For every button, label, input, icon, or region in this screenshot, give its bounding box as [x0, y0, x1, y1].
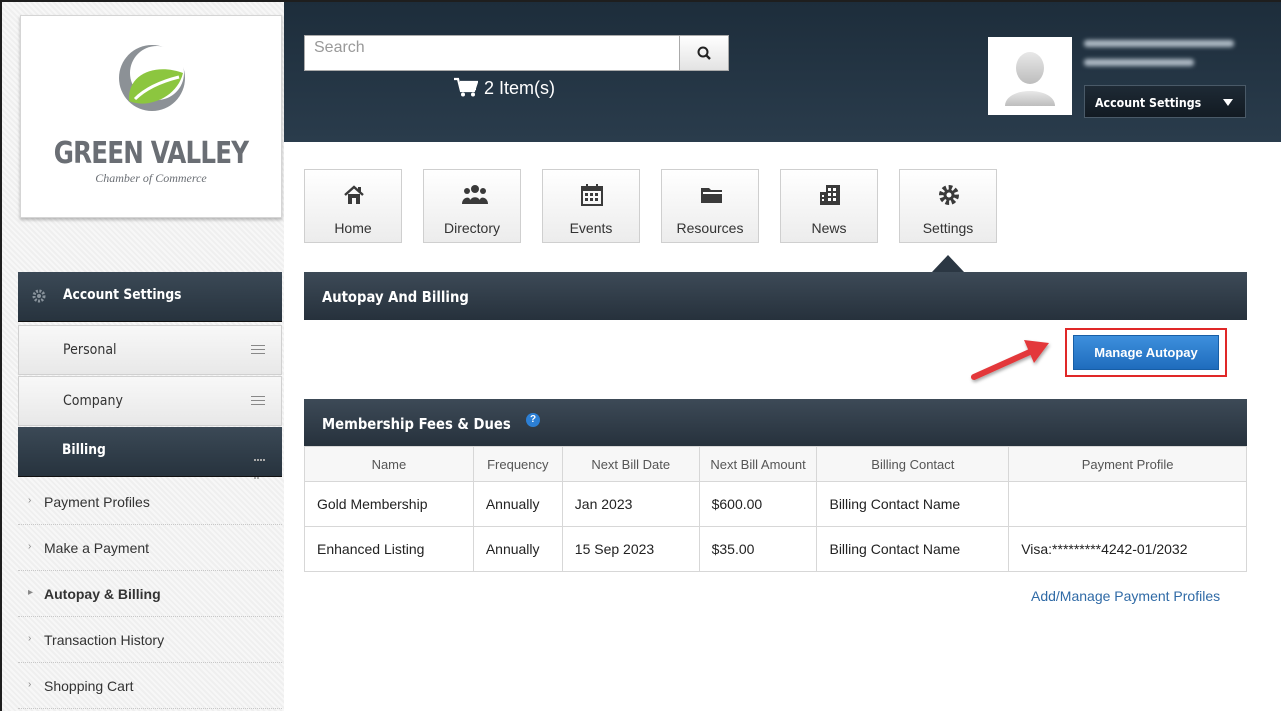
- nav-tile-label: Directory: [443, 220, 500, 236]
- search-input[interactable]: [304, 35, 680, 71]
- table-cell: $35.00: [698, 526, 818, 572]
- avatar[interactable]: [988, 37, 1072, 115]
- chevron-right-icon: ›: [28, 495, 32, 506]
- column-header: Frequency: [472, 446, 563, 482]
- nav-tile-settings[interactable]: Settings: [899, 169, 997, 243]
- sidebar: GREEN VALLEY Chamber of Commerce Account…: [2, 2, 284, 711]
- search-bar: [304, 35, 729, 73]
- table-row: Enhanced Listing Annually 15 Sep 2023 $3…: [304, 526, 1247, 572]
- table-cell: Visa:*********4242-01/2032: [1008, 526, 1247, 572]
- top-header: 2 Item(s) Account Settings: [284, 2, 1281, 142]
- sidebar-subitem-shopping-cart[interactable]: › Shopping Cart: [18, 663, 282, 709]
- table-cell: Gold Membership: [304, 481, 474, 527]
- table-row: Gold Membership Annually Jan 2023 $600.0…: [304, 481, 1247, 527]
- sidebar-subitem-make-a-payment[interactable]: › Make a Payment: [18, 525, 282, 571]
- search-button[interactable]: [680, 35, 729, 71]
- folder-icon: [701, 188, 722, 203]
- help-icon[interactable]: ?: [526, 413, 540, 427]
- sidebar-subitem-label: Payment Profiles: [44, 494, 150, 510]
- chevron-right-icon: ›: [28, 679, 32, 690]
- table-cell: Billing Contact Name: [816, 481, 1010, 527]
- home-icon: [344, 185, 364, 204]
- sidebar-header-label: Account Settings: [63, 287, 182, 303]
- sidebar-item-label: Company: [63, 393, 123, 409]
- main-content: 2 Item(s) Account Settings: [284, 2, 1281, 711]
- fees-table: Name Frequency Next Bill Date Next Bill …: [304, 446, 1247, 572]
- sidebar-subitem-label: Transaction History: [44, 632, 165, 648]
- chevron-right-icon: ▸: [28, 587, 34, 598]
- nav-tile-label: Events: [569, 220, 613, 236]
- autopay-section-header: Autopay And Billing: [304, 272, 1247, 320]
- section-title: Membership Fees & Dues: [322, 415, 511, 433]
- table-cell: $600.00: [698, 481, 818, 527]
- table-cell: Billing Contact Name: [816, 526, 1010, 572]
- sidebar-item-company[interactable]: Company: [18, 376, 282, 426]
- column-header: Next Bill Amount: [698, 446, 818, 482]
- table-cell: 15 Sep 2023: [561, 526, 700, 572]
- sidebar-item-label: Billing: [62, 442, 106, 458]
- manage-autopay-button[interactable]: Manage Autopay: [1073, 335, 1219, 370]
- nav-tile-news[interactable]: News: [780, 169, 878, 243]
- active-nav-pointer: [932, 255, 964, 272]
- nav-tile-label: News: [811, 220, 847, 236]
- account-settings-label: Account Settings: [1095, 96, 1202, 110]
- annotation-arrow-icon: [971, 340, 1049, 380]
- table-cell: Jan 2023: [561, 481, 700, 527]
- grid-dots-icon: [254, 449, 266, 479]
- cart-icon: [454, 77, 479, 97]
- sidebar-subitem-payment-profiles[interactable]: › Payment Profiles: [18, 479, 282, 525]
- user-avatar-icon: [991, 40, 1069, 112]
- nav-tile-home[interactable]: Home: [304, 169, 402, 243]
- gear-icon: [32, 289, 46, 303]
- sidebar-subitem-label: Make a Payment: [44, 540, 150, 556]
- logo-title: GREEN VALLEY: [53, 136, 249, 171]
- nav-tile-resources[interactable]: Resources: [661, 169, 759, 243]
- table-cell: Enhanced Listing: [304, 526, 474, 572]
- column-header: Name: [304, 446, 474, 482]
- column-header: Next Bill Date: [561, 446, 700, 482]
- table-cell: [1008, 481, 1247, 527]
- cart-count: 2 Item(s): [484, 78, 556, 98]
- table-cell: Annually: [472, 481, 563, 527]
- table-cell: Annually: [472, 526, 563, 572]
- account-settings-button[interactable]: Account Settings: [1084, 85, 1246, 118]
- nav-tile-directory[interactable]: Directory: [423, 169, 521, 243]
- logo-subtitle: Chamber of Commerce: [95, 171, 207, 185]
- calendar-icon: [581, 184, 603, 206]
- cart-link[interactable]: 2 Item(s): [454, 77, 555, 99]
- logged-in-user-info: [1084, 40, 1234, 78]
- chevron-right-icon: ›: [28, 541, 32, 552]
- app-frame: GREEN VALLEY Chamber of Commerce Account…: [0, 0, 1281, 711]
- logo[interactable]: GREEN VALLEY Chamber of Commerce: [20, 15, 282, 218]
- menu-lines-icon: [251, 396, 265, 406]
- table-header-row: Name Frequency Next Bill Date Next Bill …: [304, 446, 1247, 482]
- sidebar-item-billing[interactable]: Billing: [18, 427, 282, 479]
- news-icon: [820, 185, 840, 205]
- nav-tile-label: Settings: [922, 220, 974, 236]
- sidebar-item-personal[interactable]: Personal: [18, 325, 282, 375]
- search-icon: [697, 46, 711, 60]
- nav-tile-label: Home: [334, 220, 372, 236]
- dropdown-arrow-icon: [1223, 99, 1233, 106]
- gear-icon: [939, 185, 959, 205]
- menu-lines-icon: [251, 345, 265, 355]
- section-title: Autopay And Billing: [322, 288, 469, 306]
- sidebar-header-account-settings[interactable]: Account Settings: [18, 272, 282, 322]
- column-header: Payment Profile: [1008, 446, 1247, 482]
- sidebar-subitem-label: Shopping Cart: [44, 678, 134, 694]
- chevron-right-icon: ›: [28, 633, 32, 644]
- sidebar-subitem-transaction-history[interactable]: › Transaction History: [18, 617, 282, 663]
- nav-tile-events[interactable]: Events: [542, 169, 640, 243]
- sidebar-item-label: Personal: [63, 342, 117, 358]
- fees-section-header: Membership Fees & Dues ?: [304, 399, 1247, 447]
- people-icon: [462, 185, 488, 204]
- leaf-logo-icon: [119, 45, 185, 111]
- add-manage-payment-profiles-link[interactable]: Add/Manage Payment Profiles: [1031, 588, 1220, 604]
- column-header: Billing Contact: [816, 446, 1010, 482]
- sidebar-subitem-label: Autopay & Billing: [44, 586, 161, 602]
- sidebar-subitem-autopay-billing[interactable]: ▸ Autopay & Billing: [18, 571, 282, 617]
- nav-tile-label: Resources: [676, 220, 744, 236]
